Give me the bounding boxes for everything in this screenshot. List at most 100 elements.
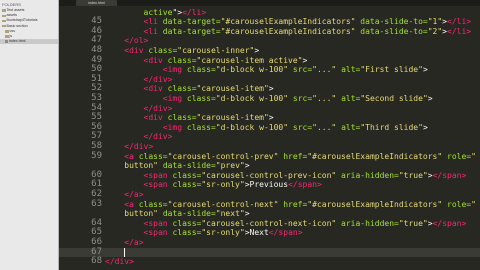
code-token: class= <box>172 170 202 180</box>
code-line: </div> <box>105 142 153 152</box>
code-token: > <box>244 209 250 219</box>
code-line: </div> <box>105 257 134 267</box>
code-token: </li> <box>447 17 472 27</box>
code-line: <span class="carousel-control-prev-icon"… <box>105 170 467 181</box>
code-token: <div <box>124 45 149 55</box>
code-token: "carousel-control-prev-icon" <box>201 170 337 180</box>
code-token: "Second slide" <box>360 93 428 103</box>
code-line: <div class="carousel-item"> <box>105 84 274 94</box>
code-token: role= <box>447 199 472 209</box>
code-line: </a> <box>105 189 144 200</box>
code-token: class= <box>186 122 216 132</box>
file-icon <box>5 40 8 44</box>
code-line: <li data-target="#carouselExampleIndicat… <box>105 26 472 37</box>
code-line: </div> <box>105 103 173 114</box>
code-token: <img <box>162 65 187 75</box>
code-token: > <box>302 55 308 65</box>
code-token: </span> <box>432 218 467 228</box>
code-token: "carousel-control-next" <box>167 199 279 209</box>
code-line: active"></li> <box>105 8 207 18</box>
code-line: <a class="carousel-control-next" href="#… <box>105 200 476 210</box>
code-token: role= <box>447 151 472 161</box>
code-token: <span <box>143 170 173 180</box>
code-token: "carousel-inner" <box>177 45 255 55</box>
code-token: src= <box>292 65 313 75</box>
code-line: <span class="sr-only">Next</span> <box>105 228 303 238</box>
code-token: > <box>422 65 428 75</box>
code-token: class= <box>186 65 216 75</box>
code-token: </span> <box>288 180 322 190</box>
code-token: "Third slide" <box>360 122 423 132</box>
code-token: <div <box>143 55 168 65</box>
code-token: "#carouselExampleIndicators" <box>307 199 443 209</box>
code-token: >Previous <box>244 180 289 190</box>
code-token: "2" <box>427 26 443 36</box>
code-line: <a class="carousel-control-prev" href="#… <box>105 152 476 162</box>
code-token: class= <box>172 218 202 228</box>
code-token: "carousel-control-next-icon" <box>201 218 337 228</box>
code-token: </a> <box>124 237 144 247</box>
code-token: " <box>471 151 476 161</box>
code-token: </div> <box>143 103 173 113</box>
code-token: "prev" <box>215 161 245 171</box>
code-token: "First slide" <box>360 65 423 75</box>
code-token: class= <box>167 113 197 123</box>
code-token: src= <box>292 93 313 103</box>
code-token: "carousel-item" <box>196 84 269 94</box>
line-number: 59 <box>91 150 102 161</box>
code-token: class= <box>148 45 178 55</box>
code-token: "d-block w-100" <box>215 93 289 103</box>
code-token: data-target= <box>162 17 221 27</box>
code-token: data-slide= <box>162 209 216 219</box>
code-token: > <box>268 113 274 123</box>
code-token: > <box>254 45 260 55</box>
code-token: class= <box>186 93 216 103</box>
code-token: "#carouselExampleIndicators" <box>220 26 356 36</box>
code-token: alt= <box>341 93 361 103</box>
code-line: </a> <box>105 237 144 248</box>
code-token: " <box>471 199 476 209</box>
code-token: </div> <box>143 132 173 142</box>
code-token: "sr-only" <box>201 228 245 238</box>
code-token: alt= <box>341 65 361 75</box>
code-token: </div> <box>124 141 154 151</box>
code-token: <span <box>143 218 173 228</box>
folder-icon <box>2 19 6 23</box>
code-token: <img <box>162 122 187 132</box>
code-token: > <box>422 122 428 132</box>
code-token: "..." <box>312 122 337 132</box>
code-token: class= <box>167 84 197 94</box>
sidebar-item[interactable]: index.html <box>0 39 58 45</box>
code-token: <a <box>124 199 139 209</box>
code-token: button" <box>105 161 158 171</box>
code-editor[interactable]: active"></li> 45 <li data-target="#carous… <box>59 6 480 270</box>
code-token: "carousel-control-prev" <box>167 151 279 161</box>
code-token: "d-block w-100" <box>215 65 289 75</box>
code-token: src= <box>292 122 313 132</box>
code-token: </a> <box>124 189 144 199</box>
code-token: button" <box>105 209 158 219</box>
folder-tree: Test assets assets Bootstrap4Tutorials Basi… <box>0 8 58 45</box>
code-line: <span class="carousel-control-next-icon"… <box>105 218 467 229</box>
folder-icon <box>5 30 9 33</box>
code-line: <img class="d-block w-100" src="..." alt… <box>105 94 433 104</box>
code-token: data-slide-to= <box>360 17 428 27</box>
code-token: </li> <box>447 26 472 36</box>
